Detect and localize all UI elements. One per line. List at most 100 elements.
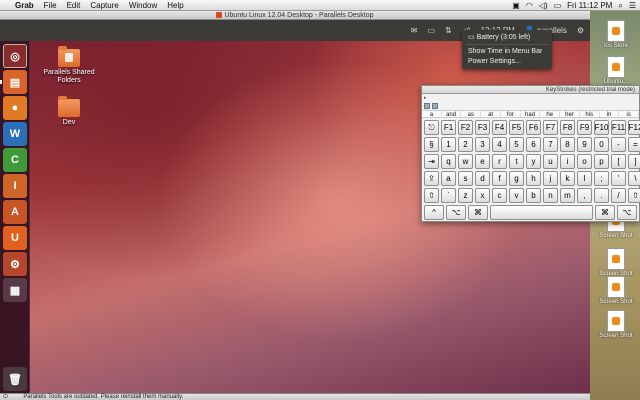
keyboard-layout-icon[interactable]	[424, 103, 430, 109]
keyboard-key[interactable]: 7	[543, 137, 558, 152]
keyboard-key[interactable]: 4	[492, 137, 507, 152]
prediction-word[interactable]: a	[422, 111, 442, 118]
keyboard-key[interactable]: F3	[475, 120, 490, 135]
mac-desktop-file[interactable]: Screen Shot	[596, 310, 636, 340]
trash-icon[interactable]: 🗑	[3, 367, 27, 391]
menu-item-power-settings[interactable]: Power Settings...	[468, 58, 521, 65]
libreoffice-calc-icon[interactable]: C	[3, 148, 27, 172]
keyboard-key[interactable]: z	[458, 188, 473, 203]
software-center-icon[interactable]: A	[3, 200, 27, 224]
keyboard-key[interactable]: `	[441, 188, 456, 203]
prediction-word[interactable]: her	[560, 111, 580, 118]
mac-desktop-file[interactable]: Screen Shot	[596, 248, 636, 278]
keyboard-key[interactable]: F8	[560, 120, 575, 135]
disclosure-arrow-icon[interactable]: ▸	[424, 95, 427, 101]
mail-indicator-icon[interactable]: ✉	[411, 26, 418, 35]
keyboard-key[interactable]: -	[611, 137, 626, 152]
prediction-word[interactable]: at	[481, 111, 501, 118]
keyboard-key[interactable]: ;	[594, 171, 609, 186]
space-key[interactable]	[490, 205, 593, 220]
keyboard-key[interactable]: =	[628, 137, 640, 152]
system-settings-icon[interactable]: ⚙	[3, 252, 27, 276]
menu-file[interactable]: File	[39, 1, 62, 10]
keyboard-key[interactable]: n	[543, 188, 558, 203]
keyboard-key[interactable]: i	[560, 154, 575, 169]
keyboard-key[interactable]: k	[560, 171, 575, 186]
keyboard-key[interactable]: ⇧	[628, 188, 640, 203]
keyboard-key[interactable]: ⌘	[468, 205, 488, 220]
keyboard-key[interactable]: m	[560, 188, 575, 203]
keyboard-key[interactable]: h	[526, 171, 541, 186]
prediction-word[interactable]: had	[521, 111, 541, 118]
notification-list-icon[interactable]: ☰	[629, 1, 636, 10]
keyboard-key[interactable]: 9	[577, 137, 592, 152]
desktop-icon-dev[interactable]: Dev	[34, 96, 104, 127]
menu-window[interactable]: Window	[124, 1, 162, 10]
keyboard-key[interactable]: 8	[560, 137, 575, 152]
keyboard-key[interactable]: g	[509, 171, 524, 186]
keyboard-key[interactable]: o	[577, 154, 592, 169]
keyboard-key[interactable]: ⌥	[446, 205, 466, 220]
keyboard-key[interactable]: a	[441, 171, 456, 186]
keyboard-key[interactable]: F11	[611, 120, 626, 135]
keyboard-key[interactable]: ⎋	[424, 120, 439, 135]
keyboard-key[interactable]: F6	[526, 120, 541, 135]
prediction-word[interactable]: his	[580, 111, 600, 118]
menu-capture[interactable]: Capture	[85, 1, 123, 10]
keyboard-key[interactable]: s	[458, 171, 473, 186]
keyboard-key[interactable]: ⌥	[617, 205, 637, 220]
mac-desktop-file[interactable]: ios Store	[596, 20, 636, 50]
keyboard-key[interactable]: \	[628, 171, 640, 186]
keyboard-key[interactable]: '	[611, 171, 626, 186]
keyboard-key[interactable]: .	[594, 188, 609, 203]
keyboard-key[interactable]: c	[492, 188, 507, 203]
keyboard-key[interactable]: 6	[526, 137, 541, 152]
keyboard-key[interactable]: r	[492, 154, 507, 169]
keyboard-key[interactable]: F12	[628, 120, 640, 135]
keyboard-key[interactable]: ^	[424, 205, 444, 220]
keyboard-key[interactable]: ⇧	[424, 188, 439, 203]
keyboard-key[interactable]: q	[441, 154, 456, 169]
keyboard-key[interactable]: 1	[441, 137, 456, 152]
session-gear-icon[interactable]: ⚙	[577, 26, 584, 35]
keyboard-key[interactable]: u	[543, 154, 558, 169]
dash-home-icon[interactable]: ◎	[3, 44, 27, 68]
files-icon[interactable]: ▤	[3, 70, 27, 94]
battery-icon[interactable]: ▭	[554, 1, 562, 10]
keyboard-key[interactable]: l	[577, 171, 592, 186]
keyboard-key[interactable]: b	[526, 188, 541, 203]
keyboard-layout-icon[interactable]	[432, 103, 438, 109]
libreoffice-writer-icon[interactable]: W	[3, 122, 27, 146]
keyboard-key[interactable]: 3	[475, 137, 490, 152]
keyboard-key[interactable]: v	[509, 188, 524, 203]
keyboard-key[interactable]: F9	[577, 120, 592, 135]
menu-edit[interactable]: Edit	[62, 1, 86, 10]
keyboard-key[interactable]: F10	[594, 120, 609, 135]
keyboard-key[interactable]: F7	[543, 120, 558, 135]
mac-clock[interactable]: Fri 11:12 PM	[567, 1, 612, 10]
keyboard-key[interactable]: [	[611, 154, 626, 169]
keyboard-key[interactable]: ⇥	[424, 154, 439, 169]
keyboard-key[interactable]: 5	[509, 137, 524, 152]
network-indicator-icon[interactable]: ⇅	[445, 26, 452, 35]
keyboard-key[interactable]: 0	[594, 137, 609, 152]
ubuntu-one-icon[interactable]: U	[3, 226, 27, 250]
window-titlebar[interactable]: Ubuntu Linux 12.04 Desktop - Parallels D…	[0, 11, 590, 20]
keyboard-key[interactable]: w	[458, 154, 473, 169]
keyboard-key[interactable]: d	[475, 171, 490, 186]
keyboard-key[interactable]: x	[475, 188, 490, 203]
keyboard-key[interactable]: j	[543, 171, 558, 186]
keyboard-key[interactable]: 2	[458, 137, 473, 152]
keyboard-key[interactable]: ⌘	[595, 205, 615, 220]
libreoffice-impress-icon[interactable]: I	[3, 174, 27, 198]
keyboard-key[interactable]: e	[475, 154, 490, 169]
power-icon[interactable]: ⏻	[0, 394, 8, 400]
prediction-word[interactable]: as	[461, 111, 482, 118]
prediction-word[interactable]: in	[600, 111, 620, 118]
keyboard-key[interactable]: F5	[509, 120, 524, 135]
keyboard-key[interactable]: §	[424, 137, 439, 152]
menu-item-show-time[interactable]: Show Time in Menu Bar	[468, 48, 542, 55]
keyboard-key[interactable]: p	[594, 154, 609, 169]
battery-indicator-icon[interactable]: ▭	[427, 26, 435, 35]
firefox-icon[interactable]: ●	[3, 96, 27, 120]
